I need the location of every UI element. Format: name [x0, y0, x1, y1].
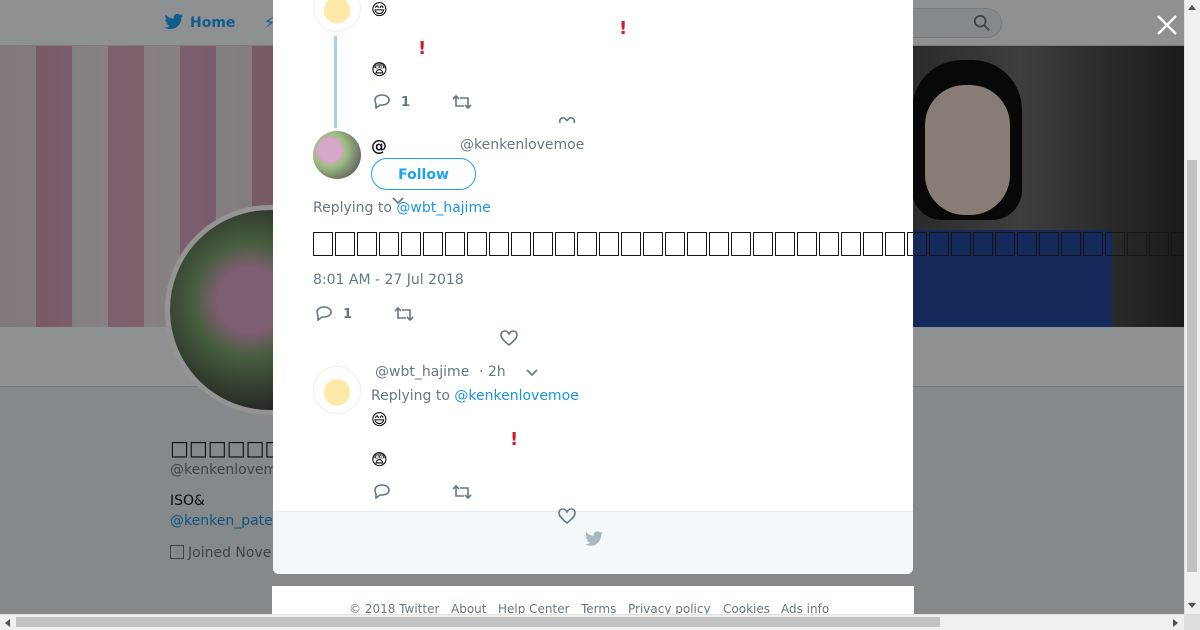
- retweet-icon[interactable]: [394, 306, 414, 322]
- avatar[interactable]: [313, 131, 361, 179]
- replying-to-link[interactable]: @kenkenlovemoe: [454, 388, 578, 404]
- missing-glyph-box: [907, 232, 927, 256]
- scroll-down-arrow-icon[interactable]: [1187, 602, 1197, 610]
- missing-glyph-box: [335, 232, 355, 256]
- missing-glyph-box: [357, 232, 377, 256]
- footer: © 2018 Twitter About Help Center Terms P…: [272, 586, 914, 616]
- like-icon[interactable]: [500, 330, 518, 346]
- follow-button[interactable]: Follow: [371, 158, 476, 190]
- missing-glyph-box: [665, 232, 685, 256]
- twitter-bird-icon: [584, 531, 603, 546]
- replying-to: Replying to @kenkenlovemoe: [371, 388, 579, 404]
- replying-to: Replying to @wbt_hajime: [313, 200, 491, 216]
- scroll-left-arrow-icon[interactable]: [3, 618, 11, 628]
- missing-glyph-box: [797, 232, 817, 256]
- missing-glyph-box: [401, 232, 421, 256]
- reply-icon[interactable]: [373, 483, 391, 499]
- missing-glyph-box: [555, 232, 575, 256]
- reply-time[interactable]: · 2h: [479, 364, 506, 380]
- reply-icon[interactable]: [373, 93, 391, 109]
- missing-glyph-box: [841, 232, 861, 256]
- replying-to-link[interactable]: @wbt_hajime: [396, 200, 490, 216]
- missing-glyph-box: [599, 232, 619, 256]
- horizontal-scrollbar-thumb[interactable]: [16, 617, 940, 627]
- missing-glyph-box: [1039, 232, 1059, 256]
- missing-glyph-box: [577, 232, 597, 256]
- missing-glyph-box: [511, 232, 531, 256]
- exclamation-mark: !: [619, 18, 628, 39]
- avatar[interactable]: [313, 366, 361, 414]
- retweet-icon[interactable]: [452, 94, 472, 110]
- missing-glyph-box: [1017, 232, 1037, 256]
- missing-glyph-box: [1083, 232, 1103, 256]
- missing-glyph-box: [423, 232, 443, 256]
- missing-glyph-box: [1171, 232, 1184, 256]
- reply-author-handle[interactable]: @wbt_hajime: [375, 364, 469, 380]
- like-icon[interactable]: [558, 508, 576, 524]
- vertical-scrollbar-thumb[interactable]: [1187, 160, 1197, 572]
- missing-glyph-box: [731, 232, 751, 256]
- missing-glyph-box: [1061, 232, 1081, 256]
- scroll-right-arrow-icon[interactable]: [1172, 618, 1180, 628]
- missing-glyph-box: [885, 232, 905, 256]
- tweet-author-name[interactable]: @: [371, 136, 387, 155]
- missing-glyph-box: [1105, 232, 1125, 256]
- reply-count: 1: [401, 95, 411, 110]
- missing-glyph-box: [533, 232, 553, 256]
- thread-line: [334, 36, 337, 128]
- replying-prefix: Replying to: [371, 388, 450, 404]
- tweet-author-handle[interactable]: @kenkenlovemoe: [460, 137, 584, 153]
- missing-glyph-box: [951, 232, 971, 256]
- tweet-timestamp: 8:01 AM - 27 Jul 2018: [313, 272, 464, 288]
- retweet-icon[interactable]: [452, 484, 472, 500]
- missing-glyph-box: [753, 232, 773, 256]
- missing-glyph-box: [445, 232, 465, 256]
- missing-glyph-box: [1127, 232, 1147, 256]
- scroll-up-arrow-icon[interactable]: [1187, 3, 1197, 11]
- like-icon[interactable]: [558, 115, 576, 123]
- exclamation-mark: !: [418, 38, 427, 59]
- exclamation-mark: !: [510, 429, 519, 450]
- emoji-grin: 😄: [371, 0, 388, 19]
- tweet-text: [313, 228, 1184, 262]
- reply-count: 1: [343, 307, 353, 322]
- missing-glyph-box: [643, 232, 663, 256]
- missing-glyph-box: [775, 232, 795, 256]
- emoji-anxious: 😨: [371, 60, 388, 79]
- emoji-grin: 😄: [371, 410, 388, 429]
- missing-glyph-box: [929, 232, 949, 256]
- missing-glyph-box: [467, 232, 487, 256]
- scrollbar-corner: [1184, 614, 1200, 630]
- missing-glyph-box: [621, 232, 641, 256]
- emoji-anxious: 😨: [371, 450, 388, 469]
- missing-glyph-box: [973, 232, 993, 256]
- missing-glyph-box: [709, 232, 729, 256]
- replying-prefix: Replying to: [313, 200, 392, 216]
- missing-glyph-box: [863, 232, 883, 256]
- missing-glyph-box: [819, 232, 839, 256]
- reply-icon[interactable]: [315, 305, 333, 321]
- chevron-down-icon[interactable]: [526, 369, 538, 377]
- missing-glyph-box: [489, 232, 509, 256]
- missing-glyph-box: [1149, 232, 1169, 256]
- missing-glyph-box: [687, 232, 707, 256]
- missing-glyph-box: [995, 232, 1015, 256]
- missing-glyph-box: [313, 232, 333, 256]
- close-icon[interactable]: [1154, 12, 1180, 38]
- missing-glyph-box: [379, 232, 399, 256]
